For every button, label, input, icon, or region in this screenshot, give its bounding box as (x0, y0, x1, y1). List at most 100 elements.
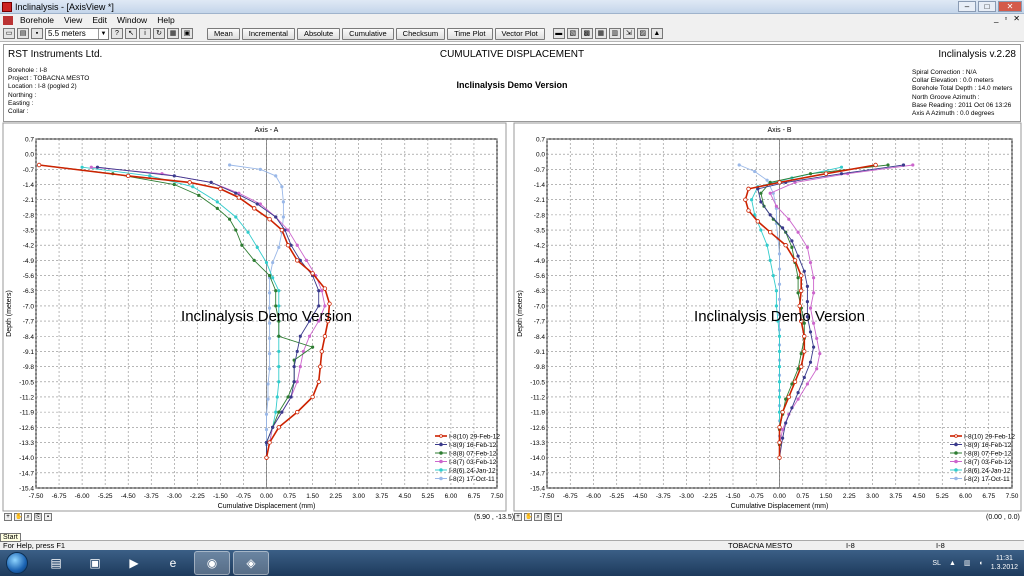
data-point (784, 397, 788, 401)
menu-borehole[interactable]: Borehole (15, 15, 59, 25)
mdi-close-icon[interactable]: ✕ (1013, 14, 1020, 23)
volume-icon[interactable]: ◖ (979, 560, 983, 567)
x-tick-label: 3.75 (375, 493, 388, 500)
clock[interactable]: 11:31 1.3.2012 (991, 554, 1018, 572)
data-point (295, 380, 299, 384)
displacement-plots[interactable]: Axis - A 0.7 0.0 -0.7 -1.4 -2.1 -2.8 -3.5 -4.2 -4… (0, 122, 1024, 514)
copy-icon[interactable]: ⎘ (544, 513, 552, 521)
data-point (172, 182, 176, 187)
pan-icon[interactable]: ✋ (14, 513, 22, 521)
data-point (737, 163, 741, 167)
data-point (805, 299, 810, 304)
internet-explorer-taskbar-icon[interactable]: e (155, 551, 191, 575)
x-tick-label: 6.00 (445, 493, 458, 500)
close-button[interactable]: ✕ (998, 1, 1022, 12)
context-help-icon[interactable]: ↖ (125, 28, 137, 39)
mdi-restore-icon[interactable]: ▫ (1004, 14, 1007, 23)
data-point (187, 180, 192, 185)
y-tick-label: -8.4 (23, 334, 35, 341)
table-icon[interactable]: ▦ (594, 28, 607, 39)
pan-icon[interactable]: ✋ (524, 513, 532, 521)
northing-field: Northing : (8, 91, 37, 99)
inclinalysis-taskbar-icon[interactable]: ◈ (233, 551, 269, 575)
data-point (292, 365, 296, 369)
network-icon[interactable]: ▥ (964, 559, 971, 567)
y-tick-label: 0.7 (536, 137, 545, 144)
zoom-icon[interactable]: ⌕ (24, 513, 32, 521)
checksum-button[interactable]: Checksum (395, 27, 446, 40)
absolute-button[interactable]: Absolute (296, 27, 341, 40)
explorer-taskbar-icon[interactable]: ▤ (38, 551, 74, 575)
refresh-icon[interactable]: ↻ (153, 28, 165, 39)
time-plot-button[interactable]: Time Plot (447, 27, 493, 40)
menu-edit[interactable]: Edit (87, 15, 112, 25)
warning-icon[interactable]: ▲ (650, 28, 663, 39)
plot-a-tools: + ✋ ⌕ ⎘ ▪ (4, 513, 52, 521)
folder-taskbar-icon[interactable]: ▣ (77, 551, 113, 575)
demo-watermark: Inclinalysis Demo Version (694, 308, 865, 325)
zoom-icon[interactable]: ⌕ (534, 513, 542, 521)
data-point (277, 349, 281, 354)
save-image-icon[interactable]: ▪ (554, 513, 562, 521)
axis-a-panel[interactable]: Axis - A 0.7 0.0 -0.7 -1.4 -2.1 -2.8 -3.5 -4.2 -4… (2, 122, 507, 512)
tray-arrow-icon[interactable]: ▲ (949, 560, 956, 567)
menu-help[interactable]: Help (152, 15, 179, 25)
language-indicator[interactable]: SL (932, 560, 941, 567)
vector-plot-button[interactable]: Vector Plot (494, 27, 545, 40)
data-point (317, 289, 321, 293)
save-image-icon[interactable]: ▪ (44, 513, 52, 521)
print-preview-icon[interactable]: ▣ (181, 28, 193, 39)
about-icon[interactable]: i (139, 28, 151, 39)
help-icon[interactable]: ? (111, 28, 123, 39)
data-point (277, 304, 281, 308)
y-tick-label: -2.8 (23, 212, 35, 219)
open-file-icon[interactable]: ▤ (17, 28, 29, 39)
crosshair-icon[interactable]: + (514, 513, 522, 521)
open-folder-icon[interactable]: ▭ (3, 28, 15, 39)
document-icon[interactable] (3, 15, 13, 25)
x-tick-label: -0.75 (236, 493, 251, 500)
minimize-button[interactable]: – (958, 1, 976, 12)
incremental-button[interactable]: Incremental (241, 27, 295, 40)
data-point (267, 273, 272, 278)
cumulative-button[interactable]: Cumulative (342, 27, 394, 40)
data-point (277, 410, 281, 414)
start-button[interactable] (6, 552, 28, 574)
data-point (274, 289, 278, 293)
hatch-icon[interactable]: ▧ (566, 28, 579, 39)
save-icon[interactable]: ▪ (31, 28, 43, 39)
data-point (271, 276, 275, 280)
media-player-taskbar-icon[interactable]: ▶ (116, 551, 152, 575)
wifi-app-taskbar-icon[interactable]: ◉ (194, 551, 230, 575)
data-point (280, 410, 284, 414)
axis-b-panel[interactable]: Axis - B 0.7 0.0 -0.7 -1.4 -2.1 -2.8 -3.5 -4.2 -4… (513, 122, 1022, 512)
mdi-minimize-icon[interactable]: _ (994, 14, 998, 23)
legend-entry: I-8(2) 17-Oct-11 (964, 476, 1010, 483)
crosshair-icon[interactable]: + (4, 513, 12, 521)
data-point (267, 217, 272, 222)
depth-select[interactable]: 5.5 meters ▼ (45, 27, 109, 40)
y-tick-label: -11.2 (531, 394, 546, 401)
maximize-button[interactable]: □ (978, 1, 996, 12)
data-point (796, 254, 800, 258)
y-tick-label: -0.7 (534, 167, 546, 174)
image-icon[interactable]: ▨ (636, 28, 649, 39)
data-point (277, 334, 281, 338)
color-bar-icon[interactable]: ▬ (552, 28, 565, 39)
menu-view[interactable]: View (59, 15, 87, 25)
data-point (901, 163, 906, 167)
copy-icon[interactable]: ⎘ (34, 513, 42, 521)
data-point (267, 291, 272, 295)
print-icon[interactable]: ▦ (167, 28, 179, 39)
export-icon[interactable]: ⇲ (622, 28, 635, 39)
chevron-down-icon[interactable]: ▼ (98, 28, 108, 39)
data-point (255, 202, 259, 206)
data-point (320, 289, 324, 293)
mean-button[interactable]: Mean (207, 27, 240, 40)
chart-icon[interactable]: ▥ (608, 28, 621, 39)
menu-window[interactable]: Window (112, 15, 152, 25)
pattern-icon[interactable]: ▩ (580, 28, 593, 39)
data-point (286, 395, 290, 399)
data-point (777, 252, 782, 256)
data-point (777, 267, 782, 271)
